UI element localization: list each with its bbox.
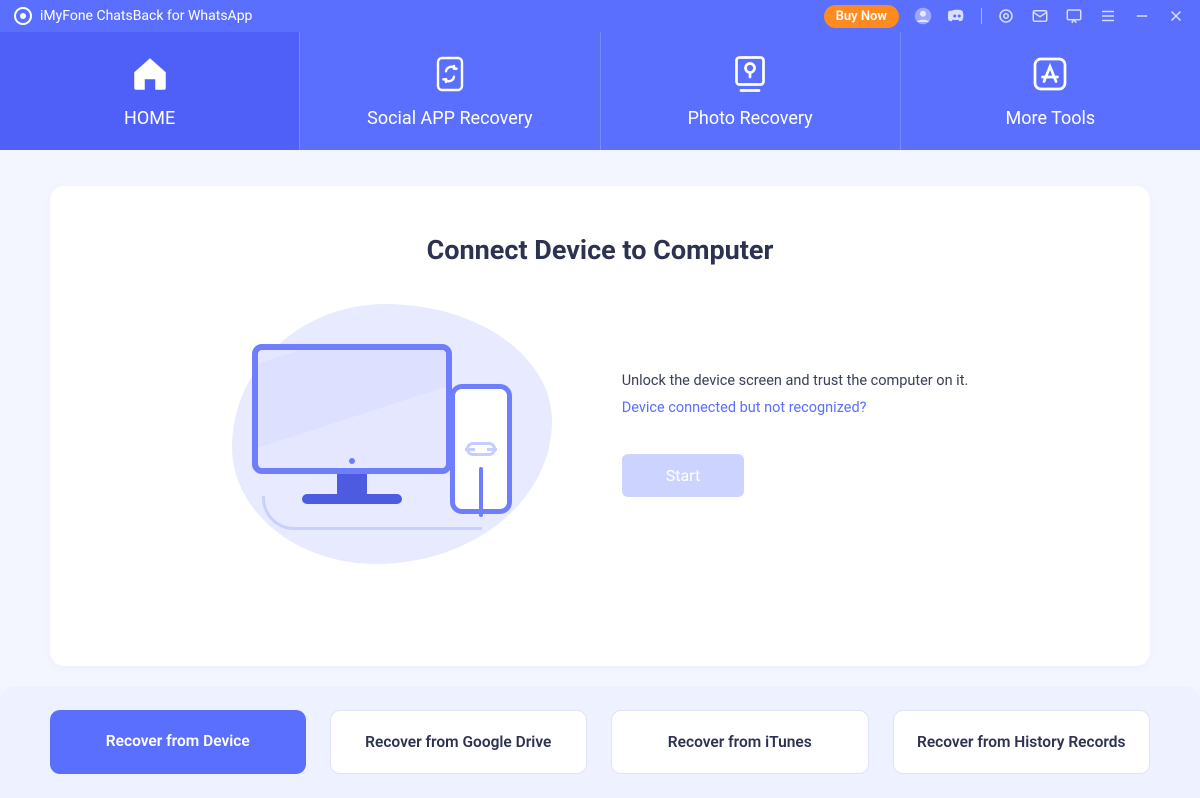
tab-label: More Tools [1006, 108, 1096, 129]
tab-label: Social APP Recovery [367, 108, 532, 129]
home-icon [129, 54, 171, 94]
troubleshoot-link[interactable]: Device connected but not recognized? [622, 399, 867, 416]
close-icon[interactable] [1166, 6, 1186, 26]
tab-label: HOME [124, 108, 175, 129]
tab-home[interactable]: HOME [0, 32, 299, 150]
instruction-block: Unlock the device screen and trust the c… [622, 372, 969, 497]
appstore-icon [1032, 54, 1068, 94]
app-title: iMyFone ChatsBack for WhatsApp [40, 8, 252, 24]
target-icon[interactable] [996, 6, 1016, 26]
start-button[interactable]: Start [622, 454, 744, 497]
monitor-icon [252, 344, 452, 504]
discord-icon[interactable] [947, 6, 967, 26]
main-tabs: HOME Social APP Recovery Photo Recovery … [0, 32, 1200, 150]
connect-card: Connect Device to Computer Unlock the de… [50, 186, 1150, 666]
tab-more-tools[interactable]: More Tools [900, 32, 1200, 150]
app-logo-icon [14, 7, 32, 25]
minimize-icon[interactable] [1132, 6, 1152, 26]
feedback-icon[interactable] [1064, 6, 1084, 26]
option-recover-device[interactable]: Recover from Device [50, 710, 306, 774]
main-stage: Connect Device to Computer Unlock the de… [0, 150, 1200, 686]
tab-social-recovery[interactable]: Social APP Recovery [299, 32, 599, 150]
separator [981, 8, 982, 24]
connect-illustration [232, 304, 552, 564]
instruction-text: Unlock the device screen and trust the c… [622, 372, 969, 389]
option-recover-itunes[interactable]: Recover from iTunes [611, 710, 869, 774]
buy-now-button[interactable]: Buy Now [824, 5, 899, 28]
tab-photo-recovery[interactable]: Photo Recovery [600, 32, 900, 150]
phone-icon [450, 384, 512, 514]
mail-icon[interactable] [1030, 6, 1050, 26]
recovery-options: Recover from Device Recover from Google … [0, 686, 1200, 798]
refresh-icon [434, 54, 466, 94]
option-recover-google-drive[interactable]: Recover from Google Drive [330, 710, 588, 774]
photo-icon [732, 54, 768, 94]
title-bar: iMyFone ChatsBack for WhatsApp Buy Now [0, 0, 1200, 32]
tab-label: Photo Recovery [688, 108, 813, 129]
account-icon[interactable] [913, 6, 933, 26]
page-title: Connect Device to Computer [110, 234, 1090, 266]
link-icon [466, 442, 496, 456]
option-recover-history[interactable]: Recover from History Records [893, 710, 1151, 774]
menu-icon[interactable] [1098, 6, 1118, 26]
